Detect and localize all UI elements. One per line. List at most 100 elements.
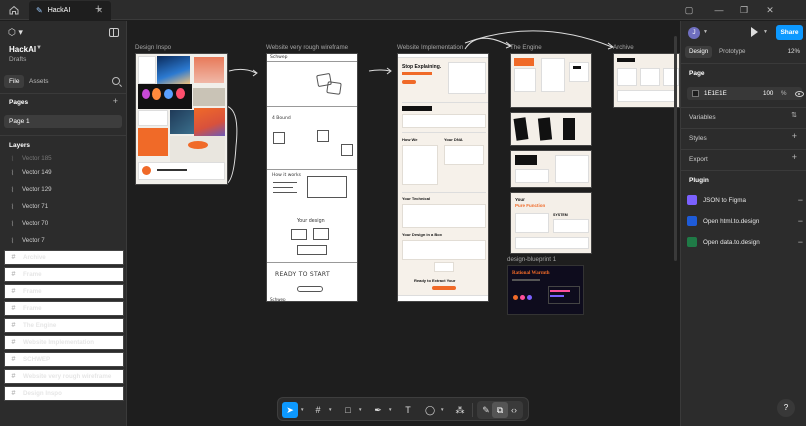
bottom-toolbar: ➤ ▼ # ▼ □ ▼ ✒ ▼ T ◯ ▼ ⁂ ✎ ⧉ ‹› <box>277 397 529 421</box>
remove-icon[interactable]: − <box>798 237 803 247</box>
layer-item[interactable]: # Frame <box>4 267 124 282</box>
page-item[interactable]: Page 1 <box>4 115 122 128</box>
restore-icon[interactable]: ❐ <box>738 4 750 16</box>
layer-item[interactable]: ⌇ Vector 7 <box>4 233 124 248</box>
visibility-eye-icon[interactable] <box>795 91 804 97</box>
chevron-down-icon[interactable]: ▼ <box>36 45 42 51</box>
layer-item[interactable]: # The Engine <box>4 318 124 333</box>
toggle-sidebar-icon[interactable] <box>109 28 119 37</box>
dev-mode-icon[interactable]: ‹› <box>506 402 522 418</box>
move-tool-icon[interactable]: ➤ <box>282 402 298 418</box>
layer-item[interactable]: # SCHWEP <box>4 352 124 367</box>
engine-frame[interactable] <box>510 53 592 108</box>
json-to-figma-icon <box>687 195 697 205</box>
chevron-down-icon[interactable]: ▼ <box>440 407 444 412</box>
export-heading[interactable]: Export <box>689 156 708 163</box>
pen-tool-icon[interactable]: ✒ <box>370 402 386 418</box>
home-icon[interactable] <box>8 4 20 16</box>
frame-icon: # <box>11 339 16 346</box>
frame-icon: # <box>11 390 16 397</box>
engine-frame[interactable]: Your Pure Function SYSTEM <box>510 192 592 254</box>
impl-hero: Stop Explaining. <box>402 64 442 70</box>
tab-design[interactable]: Design <box>685 46 713 58</box>
page-color-hex[interactable]: 1E1E1E <box>704 90 727 97</box>
divider <box>0 135 127 136</box>
layer-item[interactable]: ⌇ Vector 185 <box>4 151 124 166</box>
layer-name: Website Implementation <box>23 339 95 346</box>
rectangle-tool-icon[interactable]: □ <box>340 402 356 418</box>
frame-label[interactable]: Archive <box>613 44 634 51</box>
archive-frame[interactable] <box>613 53 680 108</box>
add-page-icon[interactable]: + <box>113 96 118 106</box>
new-tab-icon[interactable]: + <box>95 3 101 15</box>
tab-prototype[interactable]: Prototype <box>715 46 749 58</box>
frame-label[interactable]: Design Inspo <box>135 44 171 51</box>
actions-tool-icon[interactable]: ⁂ <box>452 402 468 418</box>
chevron-down-icon[interactable]: ▼ <box>300 407 304 412</box>
remove-icon[interactable]: − <box>798 216 803 226</box>
layer-item[interactable]: # Design Inspo <box>4 386 124 401</box>
chevron-down-icon[interactable]: ▼ <box>328 407 332 412</box>
frame-label[interactable]: Website very rough wireframe <box>266 44 348 51</box>
frame-label[interactable]: Website Implementation <box>397 44 463 51</box>
color-swatch[interactable] <box>692 90 699 97</box>
chevron-down-icon[interactable]: ▼ <box>763 29 768 35</box>
add-export-icon[interactable]: + <box>792 152 797 162</box>
present-play-icon[interactable] <box>751 27 758 37</box>
engine-frame[interactable] <box>510 150 592 188</box>
avatar[interactable]: J <box>688 27 700 39</box>
canvas[interactable]: Design Inspo Website very rough wirefram… <box>128 21 680 426</box>
wireframe-frame[interactable]: Schwep 4 Bound How it works Your design … <box>266 53 358 302</box>
engine-title: Your <box>515 197 525 202</box>
layer-item[interactable]: # Frame <box>4 284 124 299</box>
folder-icon[interactable]: ▢ <box>683 4 695 16</box>
left-tabs: File Assets <box>4 75 124 88</box>
implementation-frame[interactable]: Stop Explaining. How We Your DNA Your Te… <box>397 53 489 302</box>
layer-item[interactable]: # Frame <box>4 301 124 316</box>
zoom-level[interactable]: 12% <box>788 48 800 55</box>
plugin-item[interactable]: Open data.to.design − <box>687 235 803 249</box>
help-button[interactable]: ? <box>777 399 795 417</box>
tab-assets[interactable]: Assets <box>24 75 54 88</box>
layer-item[interactable]: ⌇ Vector 70 <box>4 216 124 231</box>
plugin-item[interactable]: Open html.to.design − <box>687 214 803 228</box>
frame-tool-icon[interactable]: # <box>310 402 326 418</box>
project-team[interactable]: Drafts <box>9 56 26 63</box>
chevron-down-icon[interactable]: ▼ <box>358 407 362 412</box>
design-inspo-frame[interactable] <box>135 53 228 185</box>
layer-item[interactable]: ⌇ Vector 71 <box>4 199 124 214</box>
blueprint-frame[interactable]: Rational Warmth <box>507 265 584 315</box>
tab-file[interactable]: File <box>4 75 25 88</box>
plugin-item[interactable]: JSON to Figma − <box>687 193 803 207</box>
layer-item[interactable]: # Website Implementation <box>4 335 124 350</box>
layer-name: Website very rough wireframe <box>23 373 112 380</box>
engine-frame[interactable] <box>510 112 592 146</box>
minimize-icon[interactable]: — <box>713 4 725 16</box>
page-color-field[interactable]: 1E1E1E 100 % <box>687 87 802 100</box>
frame-label[interactable]: The Engine <box>510 44 542 51</box>
chevron-down-icon[interactable]: ▼ <box>703 29 708 35</box>
comment-tool-icon[interactable]: ◯ <box>422 402 438 418</box>
remove-icon[interactable]: − <box>798 195 803 205</box>
frame-icon: # <box>11 373 16 380</box>
text-tool-icon[interactable]: T <box>400 402 416 418</box>
variables-settings-icon[interactable]: ⇅ <box>791 111 797 119</box>
variables-heading[interactable]: Variables <box>689 114 716 121</box>
add-style-icon[interactable]: + <box>792 131 797 141</box>
layer-item[interactable]: # Archive <box>4 250 124 265</box>
frame-label[interactable]: design-blueprint 1 <box>507 256 556 263</box>
chevron-down-icon[interactable]: ▼ <box>388 407 392 412</box>
close-window-icon[interactable]: ✕ <box>764 4 776 16</box>
share-button[interactable]: Share <box>776 25 803 40</box>
layer-item[interactable]: ⌇ Vector 129 <box>4 182 124 197</box>
canvas-scrollbar[interactable] <box>674 36 677 261</box>
search-icon[interactable] <box>112 77 120 85</box>
page-opacity[interactable]: 100 <box>763 90 773 97</box>
layer-item[interactable]: ⌇ Vector 149 <box>4 165 124 180</box>
blueprint-title: Rational Warmth <box>512 271 550 276</box>
layer-name: Vector 149 <box>22 169 52 176</box>
project-name[interactable]: HackAI <box>9 45 36 54</box>
layer-item[interactable]: # Website very rough wireframe <box>4 369 124 384</box>
styles-heading[interactable]: Styles <box>689 135 707 142</box>
figma-menu-icon[interactable]: ⬡ ▾ <box>8 27 23 38</box>
